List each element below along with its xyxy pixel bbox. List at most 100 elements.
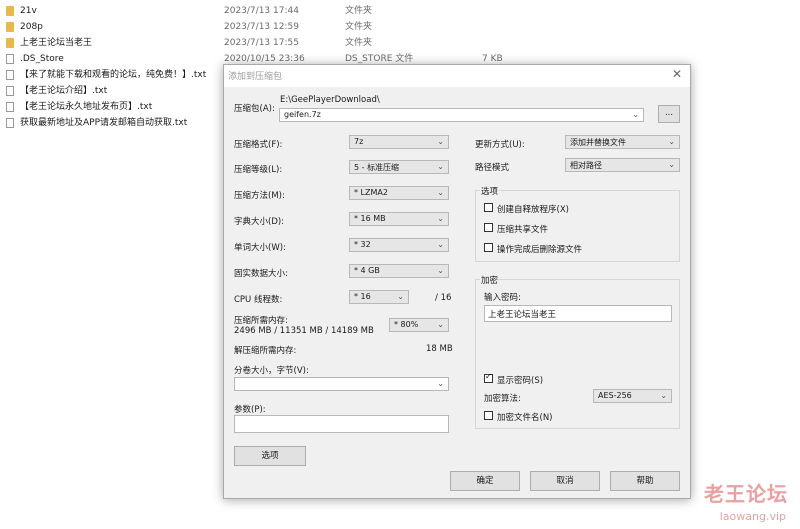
text-file-icon (6, 86, 14, 96)
file-name: 【来了就能下载和观看的论坛，纯免费！】.txt (20, 70, 207, 80)
mem-compress-label: 压缩所需内存: (234, 316, 288, 326)
dict-select[interactable]: * 16 MB ⌄ (349, 212, 449, 226)
method-select[interactable]: * LZMA2 ⌄ (349, 186, 449, 200)
file-type: 文件夹 (345, 22, 373, 32)
path-select[interactable]: 相对路径 ⌄ (565, 158, 680, 172)
ok-button[interactable]: 确定 (450, 471, 520, 491)
threads-select[interactable]: * 16 ⌄ (349, 290, 409, 304)
chevron-down-icon: ⌄ (437, 240, 444, 249)
threads-total: / 16 (435, 293, 452, 303)
show-password-label: 显示密码(S) (497, 376, 544, 386)
path-label: 路径模式 (475, 163, 510, 173)
options-button[interactable]: 选项 (234, 446, 306, 466)
encryption-group: 加密 输入密码: 上老王论坛当老王 显示密码(S) 加密算法: AES-256 … (475, 274, 680, 429)
level-label: 压缩等级(L): (234, 165, 283, 175)
dict-label: 字典大小(D): (234, 217, 285, 227)
params-label: 参数(P): (234, 405, 266, 415)
archive-label: 压缩包(A): (234, 104, 275, 114)
chevron-down-icon: ⌄ (660, 391, 667, 400)
cancel-button[interactable]: 取消 (530, 471, 600, 491)
chevron-down-icon: ⌄ (668, 160, 675, 169)
archive-name-combo[interactable]: geifen.7z ⌄ (279, 108, 644, 122)
file-name: 【老王论坛介绍】.txt (20, 86, 108, 96)
text-file-icon (6, 70, 14, 80)
folder-icon (6, 38, 14, 48)
password-value: 上老王论坛当老王 (488, 310, 557, 320)
solid-value: * 4 GB (354, 266, 380, 275)
folder-icon (6, 6, 14, 16)
file-name: 21v (20, 6, 37, 16)
shared-checkbox[interactable] (484, 223, 493, 232)
solid-label: 固实数据大小: (234, 269, 288, 279)
mem-percent-value: * 80% (394, 320, 419, 329)
enc-method-select[interactable]: AES-256 ⌄ (593, 389, 672, 403)
text-file-icon (6, 102, 14, 112)
word-value: * 32 (354, 240, 371, 249)
options-group-title: 选项 (480, 185, 500, 197)
chevron-down-icon: ⌄ (668, 137, 675, 146)
path-value: 相对路径 (570, 161, 602, 170)
password-input[interactable]: 上老王论坛当老王 (484, 305, 672, 322)
add-to-archive-dialog: 添加到压缩包 ✕ 压缩包(A): E:\GeePlayerDownload\ g… (223, 64, 691, 499)
options-group: 选项 创建自释放程序(X) 压缩共享文件 操作完成后删除源文件 (475, 185, 680, 262)
chevron-down-icon: ⌄ (437, 188, 444, 197)
encrypt-names-checkbox[interactable] (484, 411, 493, 420)
update-select[interactable]: 添加并替换文件 ⌄ (565, 135, 680, 149)
chevron-down-icon: ⌄ (437, 162, 444, 171)
word-label: 单词大小(W): (234, 243, 286, 253)
file-name: 208p (20, 22, 43, 32)
dialog-title: 添加到压缩包 (228, 72, 283, 82)
threads-label: CPU 线程数: (234, 295, 283, 305)
format-select[interactable]: 7z ⌄ (349, 135, 449, 149)
mem-decompress-value: 18 MB (426, 344, 453, 354)
chevron-down-icon: ⌄ (437, 320, 444, 329)
archive-path: E:\GeePlayerDownload\ (280, 95, 380, 105)
file-icon (6, 54, 14, 64)
split-select[interactable]: ⌄ (234, 377, 449, 391)
level-select[interactable]: 5 - 标准压缩 ⌄ (349, 160, 449, 174)
update-label: 更新方式(U): (475, 140, 525, 150)
help-button[interactable]: 帮助 (610, 471, 680, 491)
sfx-label: 创建自释放程序(X) (497, 205, 569, 215)
method-label: 压缩方法(M): (234, 191, 285, 201)
delete-checkbox[interactable] (484, 243, 493, 252)
sfx-checkbox[interactable] (484, 203, 493, 212)
file-name: .DS_Store (20, 54, 64, 64)
mem-decompress-label: 解压缩所需内存: (234, 346, 297, 356)
file-row[interactable]: 208p 2023/7/13 12:59 文件夹 (0, 19, 800, 35)
file-name: 上老王论坛当老王 (20, 38, 93, 48)
mem-compress-values: 2496 MB / 11351 MB / 14189 MB (234, 326, 374, 336)
watermark-url: laowang.vip (719, 510, 786, 523)
close-icon[interactable]: ✕ (672, 67, 682, 81)
chevron-down-icon: ⌄ (397, 292, 404, 301)
file-row[interactable]: 上老王论坛当老王 2023/7/13 17:55 文件夹 (0, 35, 800, 51)
browse-button[interactable]: ... (658, 105, 680, 123)
file-date: 2023/7/13 17:55 (224, 38, 299, 48)
file-date: 2023/7/13 17:44 (224, 6, 299, 16)
split-label: 分卷大小，字节(V): (234, 366, 309, 376)
params-input[interactable] (234, 415, 449, 433)
dict-value: * 16 MB (354, 214, 386, 223)
folder-icon (6, 22, 14, 32)
update-value: 添加并替换文件 (570, 138, 626, 147)
mem-percent-select[interactable]: * 80% ⌄ (389, 318, 449, 332)
archive-name-value: geifen.7z (284, 110, 321, 119)
format-value: 7z (354, 137, 364, 146)
enc-method-label: 加密算法: (484, 394, 521, 404)
file-row[interactable]: 21v 2023/7/13 17:44 文件夹 (0, 3, 800, 19)
enc-method-value: AES-256 (598, 391, 632, 400)
file-type: 文件夹 (345, 38, 373, 48)
chevron-down-icon: ⌄ (437, 137, 444, 146)
solid-select[interactable]: * 4 GB ⌄ (349, 264, 449, 278)
password-label: 输入密码: (484, 293, 521, 303)
show-password-checkbox[interactable] (484, 372, 493, 383)
delete-label: 操作完成后删除源文件 (497, 245, 583, 255)
chevron-down-icon: ⌄ (437, 214, 444, 223)
file-name: 获取最新地址及APP请发邮箱自动获取.txt (20, 118, 188, 128)
shared-label: 压缩共享文件 (497, 225, 549, 235)
format-label: 压缩格式(F): (234, 140, 283, 150)
file-date: 2023/7/13 12:59 (224, 22, 299, 32)
dialog-titlebar[interactable]: 添加到压缩包 ✕ (224, 65, 690, 87)
file-type: 文件夹 (345, 6, 373, 16)
word-select[interactable]: * 32 ⌄ (349, 238, 449, 252)
